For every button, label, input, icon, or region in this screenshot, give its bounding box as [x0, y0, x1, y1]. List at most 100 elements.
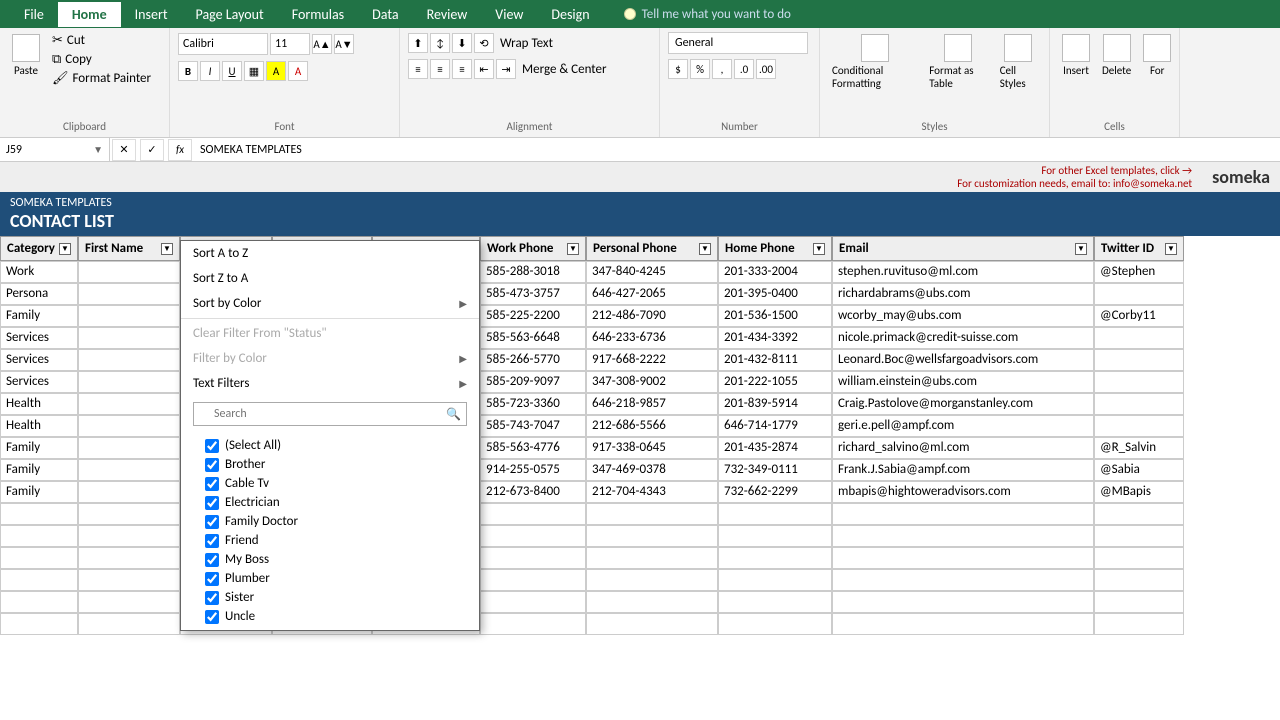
sort-az-item[interactable]: Sort A to Z — [181, 241, 479, 266]
cell[interactable] — [1094, 613, 1184, 635]
copy-button[interactable]: ⧉Copy — [48, 51, 155, 68]
filter-icon[interactable]: ▼ — [699, 243, 711, 255]
cell[interactable]: Services — [0, 371, 78, 393]
checkbox[interactable] — [205, 610, 219, 624]
cell[interactable] — [586, 569, 718, 591]
tab-view[interactable]: View — [481, 2, 537, 27]
filter-option[interactable]: My Boss — [205, 550, 467, 569]
cell[interactable] — [1094, 503, 1184, 525]
cell[interactable]: 914-255-0575 — [480, 459, 586, 481]
cell[interactable] — [832, 503, 1094, 525]
cell[interactable] — [78, 569, 180, 591]
column-header-first-name[interactable]: First Name▼ — [78, 236, 180, 261]
cell[interactable] — [1094, 327, 1184, 349]
cell[interactable] — [78, 393, 180, 415]
cell[interactable]: @MBapis — [1094, 481, 1184, 503]
cell[interactable] — [78, 283, 180, 305]
cell[interactable] — [78, 371, 180, 393]
cell[interactable]: 585-723-3360 — [480, 393, 586, 415]
cell[interactable]: 585-563-6648 — [480, 327, 586, 349]
filter-option[interactable]: Family Doctor — [205, 512, 467, 531]
cell[interactable]: Family — [0, 437, 78, 459]
cell[interactable]: nicole.primack@credit-suisse.com — [832, 327, 1094, 349]
cell[interactable]: 212-686-5566 — [586, 415, 718, 437]
cell[interactable]: Health — [0, 415, 78, 437]
cell[interactable]: 585-743-7047 — [480, 415, 586, 437]
cell[interactable] — [78, 437, 180, 459]
font-name-select[interactable] — [178, 33, 268, 55]
cell[interactable] — [78, 327, 180, 349]
filter-option[interactable]: Plumber — [205, 569, 467, 588]
cell[interactable] — [78, 547, 180, 569]
cell[interactable] — [0, 503, 78, 525]
cell[interactable]: Craig.Pastolove@morganstanley.com — [832, 393, 1094, 415]
merge-center-button[interactable]: Merge & Center — [518, 61, 611, 78]
font-color-button[interactable]: A — [288, 61, 308, 81]
cell[interactable]: william.einstein@ubs.com — [832, 371, 1094, 393]
percent-button[interactable]: % — [690, 59, 710, 79]
checkbox[interactable] — [205, 515, 219, 529]
cell[interactable] — [78, 613, 180, 635]
cell-styles-button[interactable]: Cell Styles — [996, 32, 1041, 92]
cell[interactable]: 201-839-5914 — [718, 393, 832, 415]
cell[interactable]: 585-473-3757 — [480, 283, 586, 305]
cell[interactable] — [718, 613, 832, 635]
cell[interactable]: 201-435-2874 — [718, 437, 832, 459]
tab-file[interactable]: File — [10, 2, 58, 27]
cell[interactable] — [1094, 371, 1184, 393]
cell[interactable]: 646-233-6736 — [586, 327, 718, 349]
comma-button[interactable]: , — [712, 59, 732, 79]
decrease-decimal-button[interactable]: .00 — [756, 59, 776, 79]
filter-option[interactable]: (Select All) — [205, 436, 467, 455]
paste-button[interactable]: Paste — [8, 32, 44, 79]
checkbox[interactable] — [205, 458, 219, 472]
enter-formula-button[interactable]: ✓ — [140, 139, 164, 161]
border-button[interactable]: ▦ — [244, 61, 264, 81]
cell[interactable] — [1094, 547, 1184, 569]
checkbox[interactable] — [205, 439, 219, 453]
italic-button[interactable]: I — [200, 61, 220, 81]
cell[interactable] — [78, 349, 180, 371]
cell[interactable]: 585-209-9097 — [480, 371, 586, 393]
checkbox[interactable] — [205, 534, 219, 548]
cell[interactable] — [1094, 283, 1184, 305]
cancel-formula-button[interactable]: ✕ — [112, 139, 136, 161]
other-templates-link[interactable]: For other Excel templates, click → — [1041, 164, 1192, 177]
column-header-twitter-id[interactable]: Twitter ID▼ — [1094, 236, 1184, 261]
cell[interactable] — [0, 591, 78, 613]
align-top-button[interactable]: ⬆ — [408, 33, 428, 53]
cell[interactable] — [480, 569, 586, 591]
cell[interactable] — [78, 261, 180, 283]
cell[interactable] — [586, 503, 718, 525]
filter-option[interactable]: Electrician — [205, 493, 467, 512]
align-middle-button[interactable]: ↕ — [430, 33, 450, 53]
cell[interactable]: Frank.J.Sabia@ampf.com — [832, 459, 1094, 481]
cell[interactable]: 732-662-2299 — [718, 481, 832, 503]
cell[interactable]: 212-704-4343 — [586, 481, 718, 503]
cell[interactable]: 201-222-1055 — [718, 371, 832, 393]
cell[interactable]: 201-536-1500 — [718, 305, 832, 327]
format-cells-button[interactable]: For — [1139, 32, 1175, 79]
cell[interactable] — [718, 525, 832, 547]
cell[interactable]: 646-714-1779 — [718, 415, 832, 437]
cell[interactable]: 917-668-2222 — [586, 349, 718, 371]
cell[interactable]: stephen.ruvituso@ml.com — [832, 261, 1094, 283]
currency-button[interactable]: $ — [668, 59, 688, 79]
cell[interactable] — [0, 569, 78, 591]
wrap-text-button[interactable]: Wrap Text — [496, 35, 557, 52]
conditional-formatting-button[interactable]: Conditional Formatting — [828, 32, 921, 92]
align-left-button[interactable]: ≡ — [408, 59, 428, 79]
cell[interactable] — [78, 305, 180, 327]
cell[interactable]: richardabrams@ubs.com — [832, 283, 1094, 305]
name-box[interactable]: J59 ▼ — [0, 138, 110, 161]
text-filters-item[interactable]: Text Filters▶ — [181, 371, 479, 396]
increase-indent-button[interactable]: ⇥ — [496, 59, 516, 79]
font-size-select[interactable] — [270, 33, 310, 55]
cell[interactable] — [718, 591, 832, 613]
cell[interactable] — [586, 525, 718, 547]
tab-home[interactable]: Home — [58, 2, 121, 27]
cell[interactable] — [832, 569, 1094, 591]
cell[interactable] — [1094, 393, 1184, 415]
cell[interactable] — [718, 547, 832, 569]
filter-icon[interactable]: ▼ — [567, 243, 579, 255]
